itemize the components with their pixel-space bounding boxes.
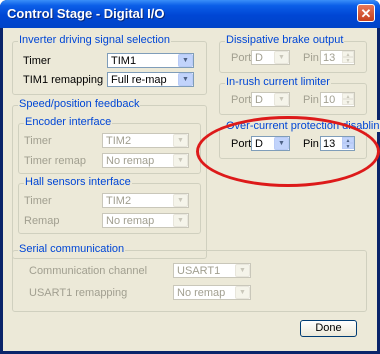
encoder-timer-select[interactable]: TIM2 ▼ [102,133,189,148]
brake-pin-value: 13 [323,52,336,64]
inrush-pin-value: 10 [323,94,336,106]
hall-remap-value: No remap [106,215,155,227]
inrush-port-select[interactable]: D ▼ [251,92,290,107]
encoder-timer-label: Timer [24,135,52,147]
inrush-group: In-rush current limiter Port D ▼ Pin 10 … [219,76,367,115]
serial-remap-value: No remap [177,287,226,299]
hall-group: Hall sensors interface Timer TIM2 ▼ Rema… [18,176,201,234]
hall-timer-select[interactable]: TIM2 ▼ [102,193,189,208]
encoder-timer-value: TIM2 [106,135,132,147]
brake-pin-label: Pin [303,52,319,64]
chevron-down-icon[interactable]: ▼ [274,137,289,150]
chevron-down-icon[interactable]: ▼ [178,73,193,86]
dialog-window: Control Stage - Digital I/O ✕ Inverter d… [0,0,380,354]
brake-port-value: D [255,52,263,64]
overcurrent-pin-label: Pin [303,138,319,150]
serial-channel-label: Communication channel [29,265,148,277]
serial-group: Serial communication Communication chann… [12,243,367,312]
brake-group-title: Dissipative brake output [225,34,345,46]
chevron-down-icon[interactable]: ▼ [178,54,193,67]
inverter-timer-label: Timer [23,55,51,67]
close-button[interactable]: ✕ [357,4,375,22]
encoder-remap-select[interactable]: No remap ▼ [102,153,189,168]
inrush-port-label: Port [231,94,252,106]
spinner-arrows-icon[interactable]: ▲ ▼ [342,93,354,106]
chevron-down-icon[interactable]: ▼ [235,264,250,277]
chevron-down-icon[interactable]: ▼ [173,154,188,167]
chevron-down-icon[interactable]: ▼ [235,286,250,299]
encoder-group: Encoder interface Timer TIM2 ▼ Timer rem… [18,116,201,174]
encoder-group-title: Encoder interface [24,116,113,128]
inrush-group-title: In-rush current limiter [225,76,331,88]
window-title: Control Stage - Digital I/O [7,6,165,21]
serial-remap-label: USART1 remapping [29,287,128,299]
spinner-arrows-icon[interactable]: ▲ ▼ [342,137,354,150]
overcurrent-port-label: Port [231,138,252,150]
overcurrent-port-select[interactable]: D ▼ [251,136,290,151]
chevron-down-icon[interactable]: ▼ [173,134,188,147]
serial-channel-value: USART1 [177,265,221,277]
overcurrent-group: Over-current protection disabling Port D… [219,120,380,159]
inverter-timer-select[interactable]: TIM1 ▼ [107,53,194,68]
done-button[interactable]: Done [300,320,357,337]
chevron-down-icon[interactable]: ▼ [173,214,188,227]
encoder-remap-value: No remap [106,155,155,167]
hall-remap-label: Remap [24,215,60,227]
serial-remap-select[interactable]: No remap ▼ [173,285,251,300]
inverter-group: Inverter driving signal selection Timer … [12,34,207,95]
inverter-remap-select[interactable]: Full re-map ▼ [107,72,194,87]
speed-group-title: Speed/position feedback [18,98,141,110]
spinner-arrows-icon[interactable]: ▲ ▼ [342,51,354,64]
chevron-down-icon[interactable]: ▼ [173,194,188,207]
brake-port-select[interactable]: D ▼ [251,50,290,65]
title-bar[interactable]: Control Stage - Digital I/O ✕ [0,0,380,28]
dialog-body: Inverter driving signal selection Timer … [3,28,380,351]
brake-port-label: Port [231,52,252,64]
chevron-down-icon[interactable]: ▼ [274,51,289,64]
inrush-pin-spinner[interactable]: 10 ▲ ▼ [320,92,355,107]
inrush-pin-label: Pin [303,94,319,106]
inverter-remap-label: TIM1 remapping [23,74,104,86]
speed-feedback-group: Speed/position feedback Encoder interfac… [12,98,207,259]
inverter-group-title: Inverter driving signal selection [18,34,172,46]
encoder-remap-label: Timer remap [24,155,86,167]
serial-group-title: Serial communication [18,243,126,255]
hall-group-title: Hall sensors interface [24,176,132,188]
brake-group: Dissipative brake output Port D ▼ Pin 13… [219,34,367,73]
inverter-timer-value: TIM1 [111,55,137,67]
overcurrent-pin-spinner[interactable]: 13 ▲ ▼ [320,136,355,151]
inrush-port-value: D [255,94,263,106]
overcurrent-group-title: Over-current protection disabling [225,120,380,132]
brake-pin-spinner[interactable]: 13 ▲ ▼ [320,50,355,65]
serial-channel-select[interactable]: USART1 ▼ [173,263,251,278]
hall-timer-value: TIM2 [106,195,132,207]
hall-remap-select[interactable]: No remap ▼ [102,213,189,228]
hall-timer-label: Timer [24,195,52,207]
overcurrent-port-value: D [255,138,263,150]
overcurrent-pin-value: 13 [323,138,336,150]
chevron-down-icon[interactable]: ▼ [274,93,289,106]
inverter-remap-value: Full re-map [111,74,167,86]
